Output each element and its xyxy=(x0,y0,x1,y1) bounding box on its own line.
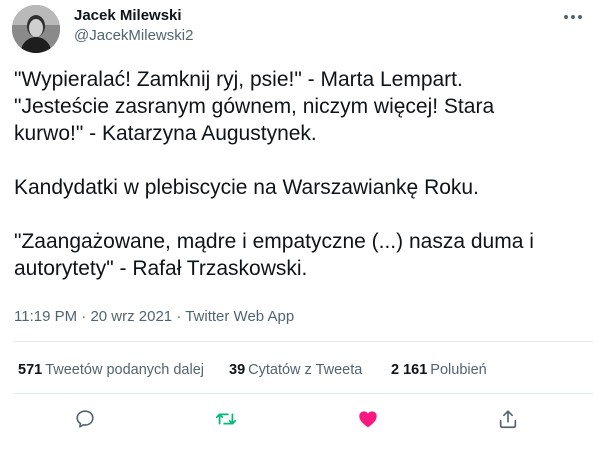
likes-count: 2 161 xyxy=(391,362,428,378)
tweet-source[interactable]: Twitter Web App xyxy=(185,308,294,325)
tweet: Jacek Milewski @JacekMilewski2 "Wypieral… xyxy=(0,0,601,451)
retweet-icon xyxy=(215,413,237,425)
avatar[interactable] xyxy=(12,5,60,53)
quotes-label: Cytatów z Tweeta xyxy=(248,362,363,378)
author-handle[interactable]: @JacekMilewski2 xyxy=(74,27,193,45)
share-icon xyxy=(499,410,517,429)
meta-separator: · xyxy=(172,308,186,325)
tweet-meta: 11:19 PM · 20 wrz 2021 · Twitter Web App xyxy=(14,308,294,326)
actions-bar xyxy=(0,405,601,433)
tweet-text: "Wypieralać! Zamknij ryj, psie!" - Marta… xyxy=(14,66,589,282)
reply-icon xyxy=(76,410,94,428)
reply-button[interactable] xyxy=(71,405,99,433)
retweets-stat[interactable]: 571 Tweetów podanych dalej xyxy=(18,361,204,379)
like-button[interactable] xyxy=(354,405,382,433)
more-icon[interactable] xyxy=(561,8,585,26)
likes-stat[interactable]: 2 161 Polubień xyxy=(391,361,487,379)
quotes-count: 39 xyxy=(229,362,246,378)
retweets-label: Tweetów podanych dalej xyxy=(45,362,205,378)
tweet-line: Kandydatki w plebiscycie na Warszawiankę… xyxy=(14,176,479,199)
retweet-button[interactable] xyxy=(212,405,240,433)
tweet-line: kurwo!" - Katarzyna Augustynek. xyxy=(14,122,317,145)
tweet-line: "Wypieralać! Zamknij ryj, psie!" - Marta… xyxy=(14,68,463,91)
likes-label: Polubień xyxy=(430,362,487,378)
tweet-date[interactable]: 20 wrz 2021 xyxy=(90,308,172,325)
tweet-line: "Zaangażowane, mądre i empatyczne (...) … xyxy=(14,230,534,253)
meta-separator: · xyxy=(77,308,91,325)
heart-icon xyxy=(359,411,377,428)
tweet-line: autorytety" - Rafał Trzaskowski. xyxy=(14,257,308,280)
author-name[interactable]: Jacek Milewski xyxy=(74,7,182,25)
tweet-time[interactable]: 11:19 PM xyxy=(14,308,77,325)
share-button[interactable] xyxy=(494,405,522,433)
tweet-line: "Jesteście zasranym gównem, niczym więce… xyxy=(14,95,495,118)
divider xyxy=(14,341,593,342)
quotes-stat[interactable]: 39 Cytatów z Tweeta xyxy=(229,361,362,379)
divider xyxy=(14,393,593,394)
retweets-count: 571 xyxy=(18,362,43,378)
